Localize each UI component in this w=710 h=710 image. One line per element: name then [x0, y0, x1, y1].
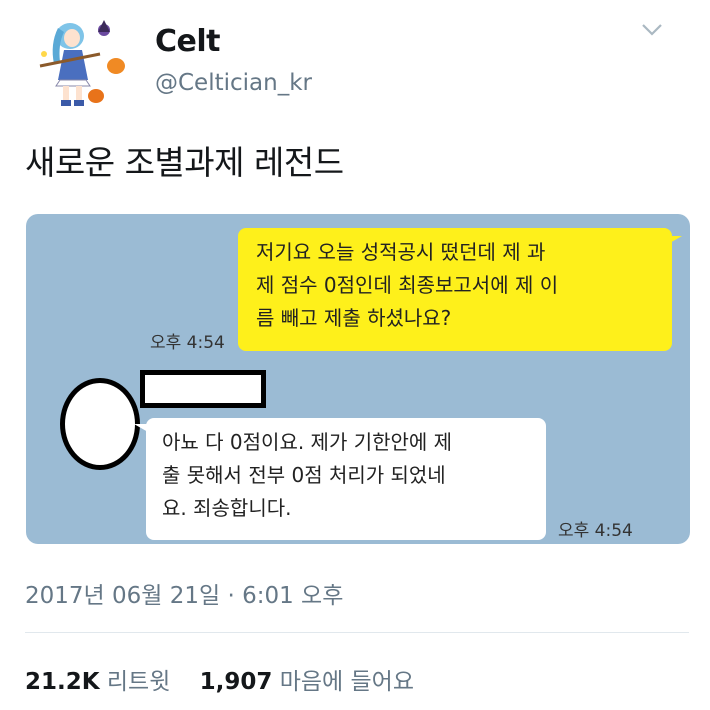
- retweet-label[interactable]: 리트윗: [107, 669, 170, 695]
- like-count[interactable]: 1,907: [200, 669, 273, 695]
- incoming-message-time: 오후 4:54: [558, 521, 633, 541]
- tweet-stats: 21.2K 리트윗 1,907 마음에 들어요: [25, 662, 414, 696]
- incoming-message-bubble: 아뇨 다 0점이요. 제가 기한안에 제 출 못해서 전부 0점 처리가 되었네…: [146, 418, 546, 540]
- like-label[interactable]: 마음에 들어요: [280, 669, 414, 695]
- divider: [25, 632, 689, 633]
- redacted-profile-photo: [60, 378, 140, 470]
- redacted-sender-name: [140, 370, 266, 408]
- tweet-timestamp[interactable]: 2017년 06월 21일 · 6:01 오후: [25, 576, 343, 610]
- outgoing-message-bubble: 저기요 오늘 성적공시 떴던데 제 과 제 점수 0점인데 최종보고서에 제 이…: [238, 228, 672, 351]
- retweet-count[interactable]: 21.2K: [25, 669, 100, 695]
- outgoing-message-time: 오후 4:54: [150, 333, 225, 353]
- user-display-name[interactable]: Celt: [155, 24, 221, 59]
- avatar[interactable]: [30, 14, 128, 112]
- chevron-down-icon[interactable]: [640, 22, 664, 38]
- avatar-character-icon: [39, 20, 125, 106]
- user-handle[interactable]: @Celtician_kr: [155, 70, 312, 96]
- tweet-text: 새로운 조별과제 레전드: [25, 143, 344, 182]
